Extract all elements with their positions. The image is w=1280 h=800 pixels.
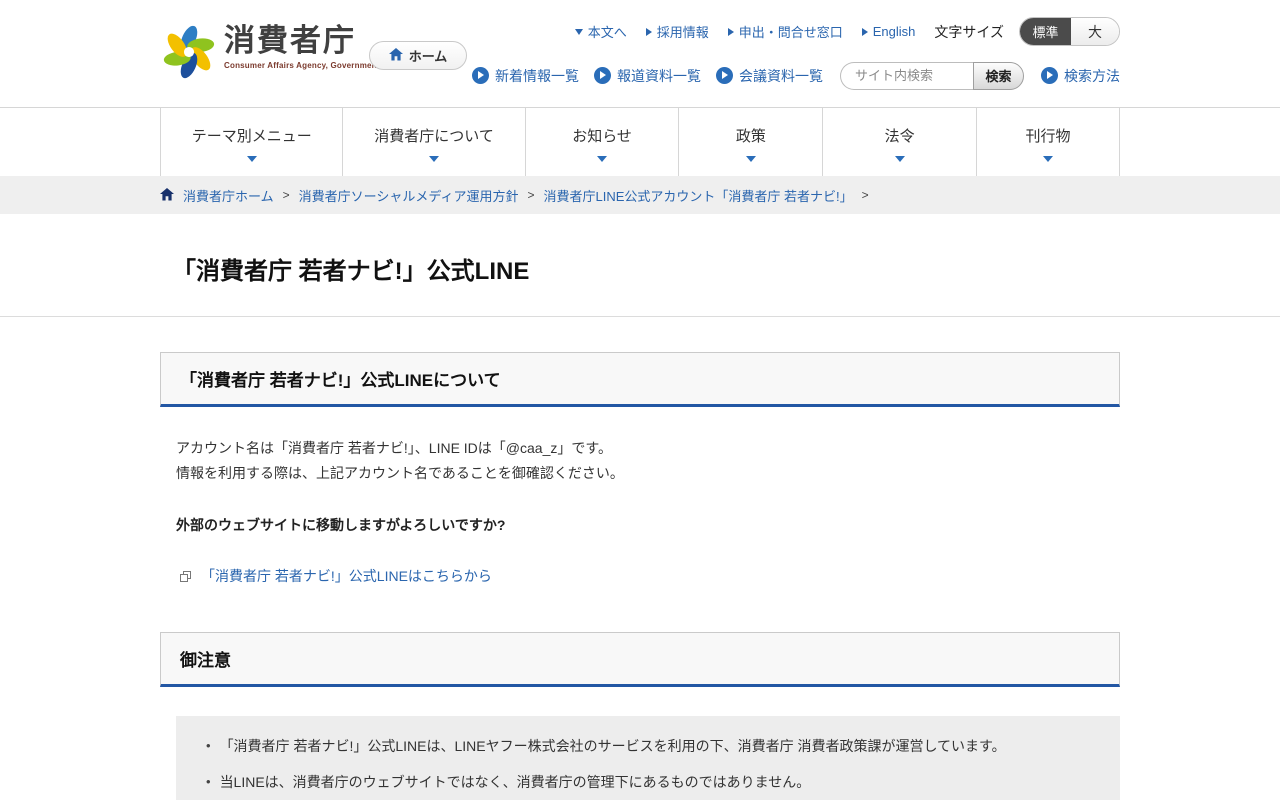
search-button[interactable]: 検索	[973, 61, 1024, 90]
home-icon	[388, 48, 403, 61]
notice-list-item: 「消費者庁 若者ナビ!」公式LINEは、LINEヤフー株式会社のサービスを利用の…	[206, 736, 1090, 756]
quick-links-nav: 新着情報一覧 報道資料一覧 会議資料一覧 検索 検索方法	[472, 61, 1120, 90]
chevron-down-icon	[574, 28, 583, 35]
font-size-large-button[interactable]: 大	[1071, 18, 1119, 45]
breadcrumb: 消費者庁ホーム > 消費者庁ソーシャルメディア運用方針 > 消費者庁LINE公式…	[0, 176, 1280, 214]
chevron-right-icon	[861, 27, 868, 36]
nav-news[interactable]: お知らせ	[524, 108, 679, 176]
breadcrumb-separator: >	[282, 188, 290, 202]
pinwheel-logo-icon	[162, 25, 216, 79]
play-circle-icon	[716, 67, 733, 84]
nav-laws[interactable]: 法令	[822, 108, 976, 176]
play-circle-icon	[472, 67, 489, 84]
breadcrumb-line-account[interactable]: 消費者庁LINE公式アカウント「消費者庁 若者ナビ!」	[544, 186, 853, 205]
site-header: 消費者庁 Consumer Affairs Agency, Government…	[0, 0, 1280, 107]
link-press-materials-list[interactable]: 報道資料一覧	[594, 66, 701, 86]
link-english[interactable]: English	[861, 24, 915, 39]
notice-box: 「消費者庁 若者ナビ!」公式LINEは、LINEヤフー株式会社のサービスを利用の…	[176, 716, 1120, 800]
nav-publications[interactable]: 刊行物	[975, 108, 1120, 176]
intro-line-2: 情報を利用する際は、上記アカウント名であることを御確認ください。	[176, 465, 624, 481]
nav-about-agency[interactable]: 消費者庁について	[342, 108, 525, 176]
main-content: 「消費者庁 若者ナビ!」公式LINE 「消費者庁 若者ナビ!」公式LINEについ…	[0, 214, 1280, 800]
font-size-label: 文字サイズ	[934, 23, 1004, 40]
dropdown-arrow-icon	[597, 156, 608, 162]
dropdown-arrow-icon	[894, 156, 905, 162]
search-input[interactable]	[840, 61, 973, 90]
section-heading-notice: 御注意	[160, 632, 1120, 687]
section-heading-about: 「消費者庁 若者ナビ!」公式LINEについて	[160, 352, 1120, 407]
font-size-toggle: 標準 大	[1019, 17, 1120, 46]
chevron-right-icon	[727, 27, 734, 36]
dropdown-arrow-icon	[745, 156, 756, 162]
external-link-icon	[180, 570, 191, 582]
link-to-main-content[interactable]: 本文へ	[574, 22, 627, 41]
nav-policy[interactable]: 政策	[678, 108, 823, 176]
link-inquiry-window[interactable]: 申出・問合せ窓口	[727, 22, 843, 41]
global-nav: テーマ別メニュー 消費者庁について お知らせ 政策 法令 刊行物	[0, 107, 1280, 176]
page-title-band: 「消費者庁 若者ナビ!」公式LINE	[0, 214, 1280, 317]
intro-paragraph: アカウント名は「消費者庁 若者ナビ!」、LINE IDは「@caa_z」です。 …	[176, 436, 1104, 486]
play-circle-icon	[594, 67, 611, 84]
dropdown-arrow-icon	[246, 156, 257, 162]
breadcrumb-separator: >	[527, 188, 535, 202]
home-button-label: ホーム	[408, 49, 448, 64]
nav-theme-menu[interactable]: テーマ別メニュー	[160, 108, 343, 176]
link-meeting-materials-list[interactable]: 会議資料一覧	[716, 66, 823, 86]
notice-list-item: 当LINEは、消費者庁のウェブサイトではなく、消費者庁の管理下にあるものではあり…	[206, 772, 1090, 792]
intro-line-1: アカウント名は「消費者庁 若者ナビ!」、LINE IDは「@caa_z」です。	[176, 440, 612, 456]
link-recruitment[interactable]: 採用情報	[645, 22, 709, 41]
font-size-standard-button[interactable]: 標準	[1020, 18, 1071, 45]
chevron-right-icon	[645, 27, 652, 36]
utility-nav: 本文へ 採用情報 申出・問合せ窓口 English 文字サイズ 標準 大	[574, 17, 1120, 46]
home-button[interactable]: ホーム	[369, 41, 467, 70]
breadcrumb-separator: >	[861, 188, 869, 202]
external-link-row: 「消費者庁 若者ナビ!」公式LINEはこちらから	[176, 566, 1104, 586]
breadcrumb-social-media-policy[interactable]: 消費者庁ソーシャルメディア運用方針	[299, 186, 519, 205]
home-icon	[160, 187, 174, 200]
play-circle-icon	[1041, 67, 1058, 84]
page-title: 「消費者庁 若者ナビ!」公式LINE	[172, 258, 530, 285]
link-new-info-list[interactable]: 新着情報一覧	[472, 66, 579, 86]
site-search: 検索	[840, 61, 1024, 90]
official-line-link[interactable]: 「消費者庁 若者ナビ!」公式LINEはこちらから	[201, 566, 492, 586]
dropdown-arrow-icon	[429, 156, 440, 162]
external-site-question: 外部のウェブサイトに移動しますがよろしいですか?	[176, 517, 506, 533]
link-search-help[interactable]: 検索方法	[1041, 66, 1120, 86]
breadcrumb-home[interactable]: 消費者庁ホーム	[183, 186, 274, 205]
dropdown-arrow-icon	[1042, 156, 1053, 162]
